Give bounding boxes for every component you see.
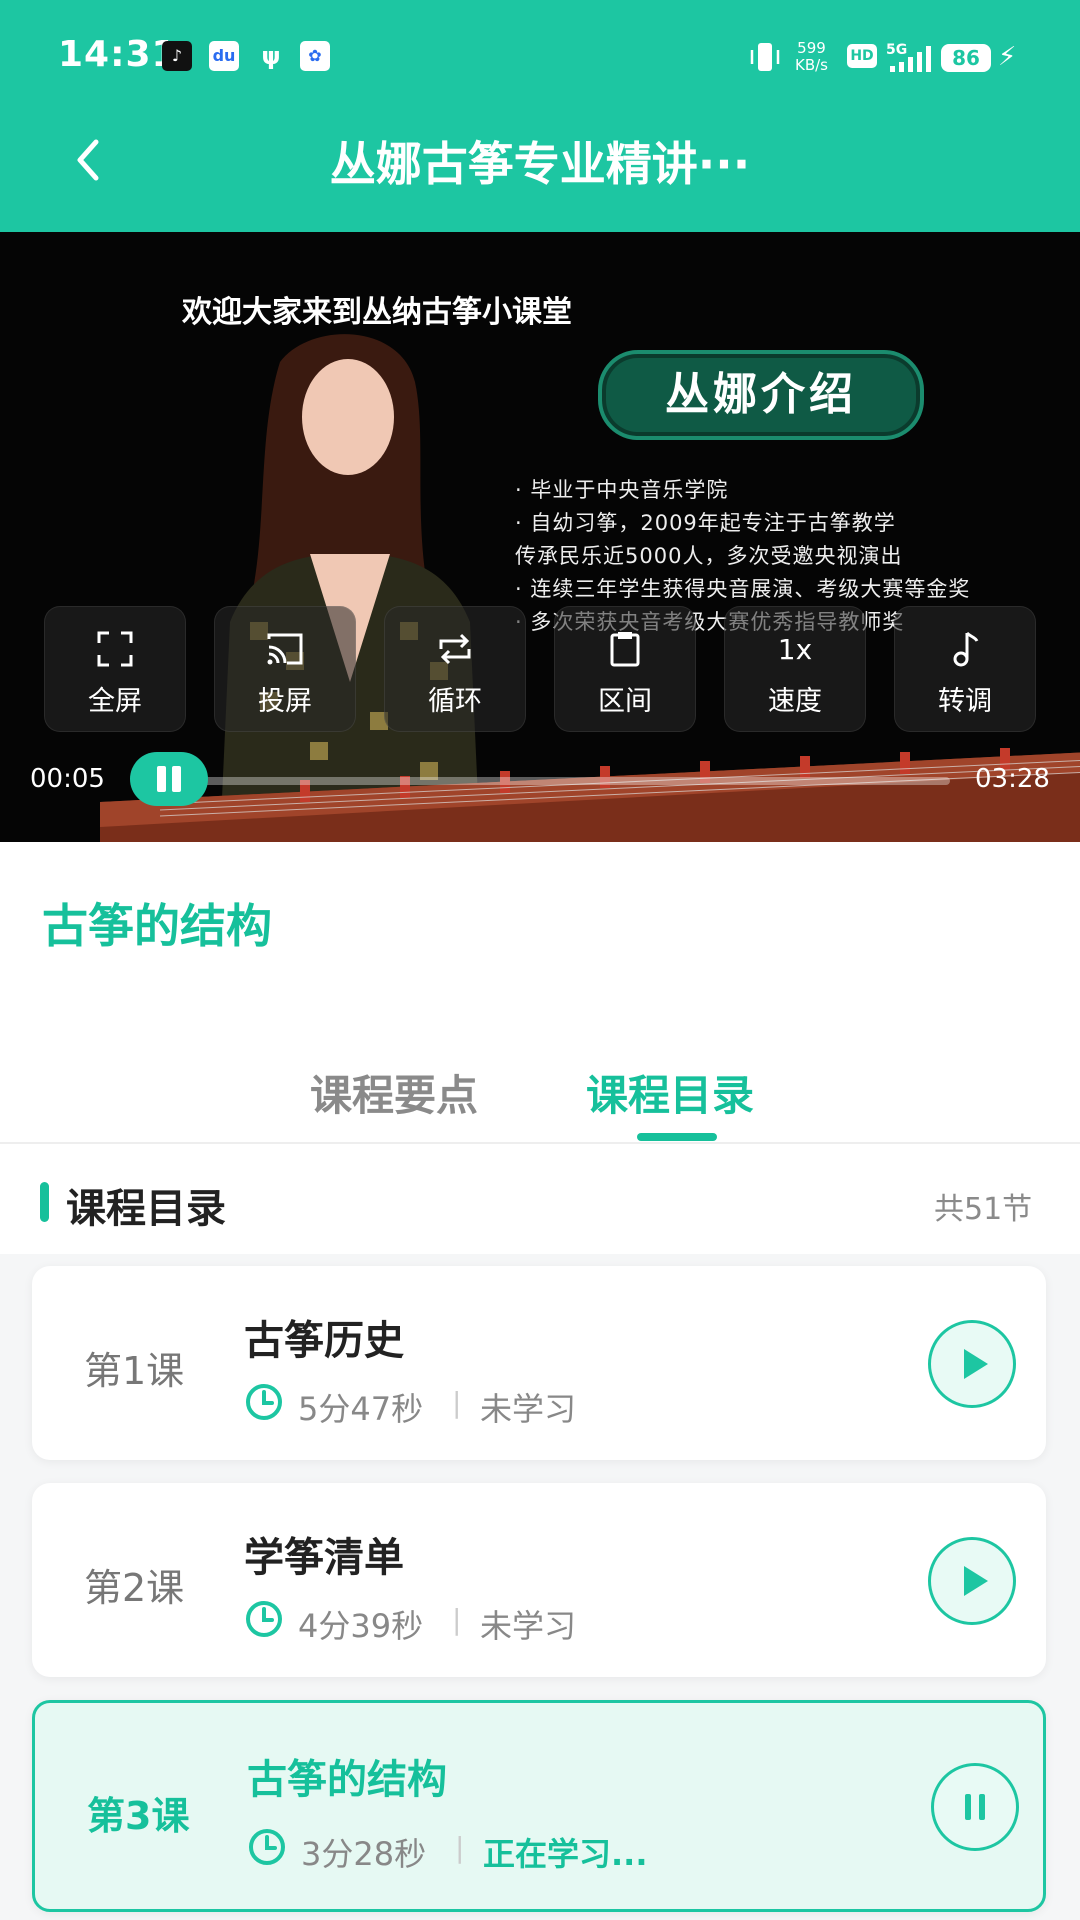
status-bar: 14:31 ♪ du ψ ✿ 599 KB/s HD 5G 86 ⚡ [0,0,1080,120]
cast-button[interactable]: 投屏 [214,606,356,732]
progress-track[interactable] [150,777,950,785]
page-title: 丛娜古筝专业精讲··· [329,137,751,191]
tab-course-catalog[interactable]: 课程目录 [586,1062,754,1123]
fullscreen-label: 全屏 [88,686,142,717]
vibrate-icon [750,43,780,71]
lesson-info-panel [0,842,1080,1142]
fullscreen-icon [97,631,133,667]
lesson-count: 共51节 [934,1192,1033,1227]
range-button[interactable]: 区间 [554,606,696,732]
back-button[interactable] [60,130,120,190]
tiktok-icon: ♪ [162,41,192,71]
range-label: 区间 [598,686,652,717]
pause-button[interactable] [130,752,209,806]
play-icon [964,1566,988,1596]
pause-button[interactable] [931,1763,1019,1851]
tab-indicator [637,1133,717,1141]
lesson-duration: 3分28秒 [301,1835,427,1873]
catalog-accent-bar [40,1182,49,1222]
lesson-title: 古筝的结构 [42,899,272,953]
tab-course-points[interactable]: 课程要点 [310,1062,478,1123]
lesson-item-active[interactable]: 第3课 古筝的结构 3分28秒 | 正在学习... [32,1700,1046,1912]
lesson-number: 第2课 [84,1566,185,1610]
total-time: 03:28 [975,764,1050,794]
current-time: 00:05 [30,764,105,794]
baidu-icon: ✿ [300,41,330,71]
loop-label: 循环 [428,686,482,717]
signal-icon: 5G [886,42,931,72]
cast-icon [267,633,303,665]
loop-button[interactable]: 循环 [384,606,526,732]
transpose-button[interactable]: 转调 [894,606,1036,732]
pause-icon [157,766,167,792]
catalog-heading: 课程目录 [66,1186,226,1232]
music-note-icon [953,631,979,667]
bio-line: · 自幼习筝，2009年起专注于古筝教学 [515,511,896,535]
network-type: 5G [886,42,907,58]
lesson-name: 古筝的结构 [247,1757,447,1803]
clock-icon [249,1829,285,1865]
play-button[interactable] [928,1537,1016,1625]
video-player[interactable]: 欢迎大家来到丛纳古筝小课堂 丛娜介绍 · 毕业于中央音乐学院 · 自幼习筝，20… [0,232,1080,842]
transpose-label: 转调 [938,686,992,717]
lesson-status: 未学习 [480,1607,577,1645]
lesson-status: 正在学习... [483,1835,648,1873]
clipboard-icon [610,632,640,667]
speed-value: 1x [777,633,813,666]
meta-separator: | [455,1831,465,1864]
du-icon: du [209,41,239,71]
bio-line: 传承民乐近5000人，多次受邀央视演出 [515,544,903,568]
network-speed: 599 KB/s [795,39,828,74]
lesson-name: 学筝清单 [244,1535,404,1581]
loop-icon [439,633,471,665]
usb-icon: ψ [261,42,281,70]
chevron-left-icon [77,139,99,181]
lesson-name: 古筝历史 [244,1318,404,1364]
speed-label: 速度 [768,686,822,717]
clock-icon [246,1384,282,1420]
speed-button[interactable]: 1x 速度 [724,606,866,732]
intro-badge: 丛娜介绍 [598,350,924,440]
hd-badge: HD [847,44,877,68]
bio-line: · 连续三年学生获得央音展演、考级大赛等金奖 [515,577,971,601]
lesson-number: 第1课 [84,1349,185,1393]
bio-line: · 毕业于中央音乐学院 [515,478,729,502]
lesson-item[interactable]: 第2课 学筝清单 4分39秒 | 未学习 [32,1483,1046,1677]
charging-icon: ⚡ [998,42,1017,72]
pause-icon [172,766,182,792]
play-icon [964,1349,988,1379]
lesson-duration: 4分39秒 [298,1607,424,1645]
pause-icon [965,1794,985,1820]
lesson-item[interactable]: 第1课 古筝历史 5分47秒 | 未学习 [32,1266,1046,1460]
guzheng-image [100,748,1080,842]
battery-level: 86 [941,44,991,72]
meta-separator: | [452,1386,462,1419]
lesson-duration: 5分47秒 [298,1390,424,1428]
cast-label: 投屏 [258,686,312,717]
play-button[interactable] [928,1320,1016,1408]
fullscreen-button[interactable]: 全屏 [44,606,186,732]
meta-separator: | [452,1603,462,1636]
clock-icon [246,1601,282,1637]
status-time: 14:31 [58,34,178,75]
lesson-number: 第3课 [87,1794,190,1838]
lesson-status: 未学习 [480,1390,577,1428]
